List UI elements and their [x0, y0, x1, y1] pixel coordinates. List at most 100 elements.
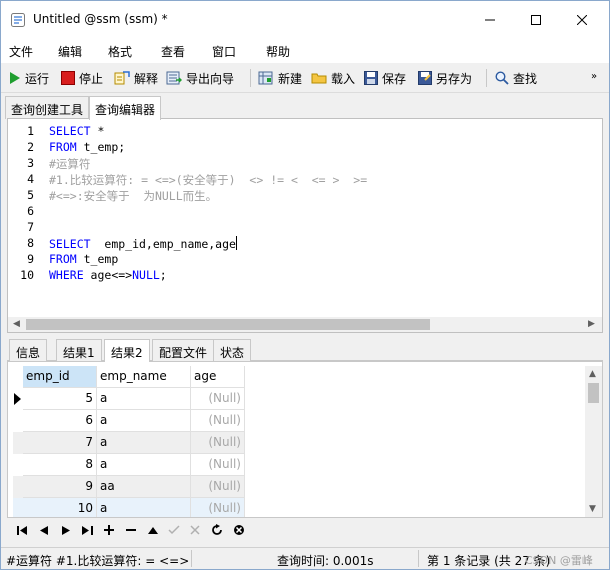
last-record-button[interactable] — [80, 523, 94, 537]
menu-edit[interactable]: 编辑 — [58, 43, 82, 60]
menu-window[interactable]: 窗口 — [212, 43, 236, 60]
first-record-button[interactable] — [15, 523, 29, 537]
save-as-button[interactable]: 另存为 — [418, 68, 472, 88]
result-grid[interactable]: emp_id emp_name age 5 a (Null) 6 a (Null) 7 a (N… — [7, 361, 603, 518]
cancel-query-button[interactable] — [232, 523, 246, 537]
cell-emp-name[interactable]: a — [97, 410, 191, 432]
title-bar[interactable]: Untitled @ssm (ssm) * — [1, 1, 609, 39]
table-row[interactable]: 9 aa (Null) — [13, 476, 245, 498]
status-sql: #运算符 #1.比较运算符: = <=>( — [6, 554, 189, 568]
editor-line[interactable]: 9 FROM t_emp — [8, 252, 602, 268]
tab-result-1[interactable]: 结果1 — [56, 339, 102, 361]
table-row[interactable]: 6 a (Null) — [13, 410, 245, 432]
stop-button[interactable]: 停止 — [61, 68, 103, 88]
menu-help[interactable]: 帮助 — [266, 43, 290, 60]
tab-result-2[interactable]: 结果2 — [104, 339, 150, 362]
run-button[interactable]: 运行 — [9, 68, 49, 88]
editor-line[interactable]: 7 — [8, 220, 602, 236]
add-record-button[interactable] — [102, 523, 116, 537]
folder-open-icon — [311, 73, 327, 84]
sql-keyword: NULL — [132, 268, 160, 282]
column-header-emp-id[interactable]: emp_id — [23, 366, 97, 388]
delete-record-button[interactable] — [124, 523, 138, 537]
cell-emp-name[interactable]: a — [97, 498, 191, 517]
sql-text: age<=> — [83, 268, 133, 282]
save-button[interactable]: 保存 — [364, 68, 406, 88]
code-text: SELECT * — [49, 124, 104, 138]
minimize-button[interactable] — [467, 1, 513, 39]
scroll-left-icon[interactable]: ◀ — [13, 319, 20, 329]
table-row[interactable]: 10 a (Null) — [13, 498, 245, 517]
load-button[interactable]: 载入 — [311, 68, 355, 88]
editor-line[interactable]: 8 SELECT emp_id,emp_name,age — [8, 236, 602, 252]
cell-emp-id[interactable]: 9 — [23, 476, 97, 498]
explain-icon — [114, 71, 130, 85]
cell-age[interactable]: (Null) — [191, 454, 245, 476]
menu-view[interactable]: 查看 — [161, 43, 185, 60]
column-header-emp-name[interactable]: emp_name — [97, 366, 191, 388]
triangle-up-icon — [148, 527, 158, 534]
tab-info[interactable]: 信息 — [9, 339, 48, 361]
editor-line[interactable]: 10 WHERE age<=>NULL; — [8, 268, 602, 284]
scroll-thumb[interactable] — [588, 383, 599, 403]
tab-query-builder[interactable]: 查询创建工具 — [5, 96, 90, 119]
cell-age[interactable]: (Null) — [191, 388, 245, 410]
previous-record-button[interactable] — [37, 523, 51, 537]
toolbar-overflow-icon[interactable]: » — [591, 71, 597, 82]
cell-emp-id[interactable]: 8 — [23, 454, 97, 476]
editor-line[interactable]: 5 #<=>:安全等于 为NULL而生。 — [8, 188, 602, 204]
scroll-up-icon[interactable]: ▲ — [589, 369, 596, 379]
cell-emp-id[interactable]: 6 — [23, 410, 97, 432]
line-number: 6 — [27, 204, 34, 218]
cell-age[interactable]: (Null) — [191, 410, 245, 432]
menu-format[interactable]: 格式 — [108, 43, 132, 60]
table-row[interactable]: 8 a (Null) — [13, 454, 245, 476]
apply-changes-button[interactable] — [167, 523, 181, 537]
new-query-icon — [258, 71, 273, 85]
find-button[interactable]: 查找 — [495, 68, 537, 88]
cell-age[interactable]: (Null) — [191, 498, 245, 517]
scroll-right-icon[interactable]: ▶ — [588, 319, 595, 329]
sql-keyword: SELECT — [49, 124, 91, 138]
tab-status[interactable]: 状态 — [213, 339, 252, 361]
cell-age[interactable]: (Null) — [191, 432, 245, 454]
cell-emp-id[interactable]: 10 — [23, 498, 97, 517]
explain-button[interactable]: 解释 — [114, 68, 158, 88]
edit-record-button[interactable] — [146, 523, 160, 537]
close-button[interactable] — [559, 1, 605, 39]
new-button[interactable]: 新建 — [258, 68, 302, 88]
cell-emp-id[interactable]: 7 — [23, 432, 97, 454]
scroll-down-icon[interactable]: ▼ — [589, 504, 596, 514]
editor-line[interactable]: 6 — [8, 204, 602, 220]
discard-changes-button[interactable] — [188, 523, 202, 537]
menu-file[interactable]: 文件 — [9, 43, 33, 60]
tab-query-editor[interactable]: 查询编辑器 — [89, 96, 162, 120]
editor-line[interactable]: 1 SELECT * — [8, 124, 602, 140]
scroll-thumb[interactable] — [26, 319, 430, 330]
cell-emp-name[interactable]: a — [97, 388, 191, 410]
column-header-age[interactable]: age — [191, 366, 245, 388]
sql-editor[interactable]: 1 SELECT * 2 FROM t_emp; 3 #运算符 4 #1.比较运算符: = <… — [7, 118, 603, 333]
tab-profile[interactable]: 配置文件 — [152, 339, 215, 361]
table-row[interactable]: 5 a (Null) — [13, 388, 245, 410]
maximize-button[interactable] — [513, 1, 559, 39]
line-number: 5 — [27, 188, 34, 202]
editor-line[interactable]: 4 #1.比较运算符: = <=>(安全等于) <> != < <= > >= — [8, 172, 602, 188]
cell-emp-name[interactable]: a — [97, 432, 191, 454]
cell-age[interactable]: (Null) — [191, 476, 245, 498]
table-row[interactable]: 7 a (Null) — [13, 432, 245, 454]
save-label: 保存 — [382, 71, 407, 86]
editor-horizontal-scrollbar[interactable]: ◀ ▶ — [8, 317, 602, 332]
refresh-button[interactable] — [210, 523, 224, 537]
cell-emp-name[interactable]: a — [97, 454, 191, 476]
next-record-button[interactable] — [59, 523, 73, 537]
navicat-app-icon — [11, 13, 25, 27]
cell-emp-name[interactable]: aa — [97, 476, 191, 498]
export-wizard-button[interactable]: 导出向导 — [166, 68, 234, 88]
grid-vertical-scrollbar[interactable]: ▲ ▼ — [585, 366, 602, 517]
cell-emp-id[interactable]: 5 — [23, 388, 97, 410]
editor-line[interactable]: 2 FROM t_emp; — [8, 140, 602, 156]
editor-line[interactable]: 3 #运算符 — [8, 156, 602, 172]
new-label: 新建 — [278, 71, 303, 86]
menu-bar: 文件 编辑 格式 查看 窗口 帮助 — [1, 39, 609, 63]
